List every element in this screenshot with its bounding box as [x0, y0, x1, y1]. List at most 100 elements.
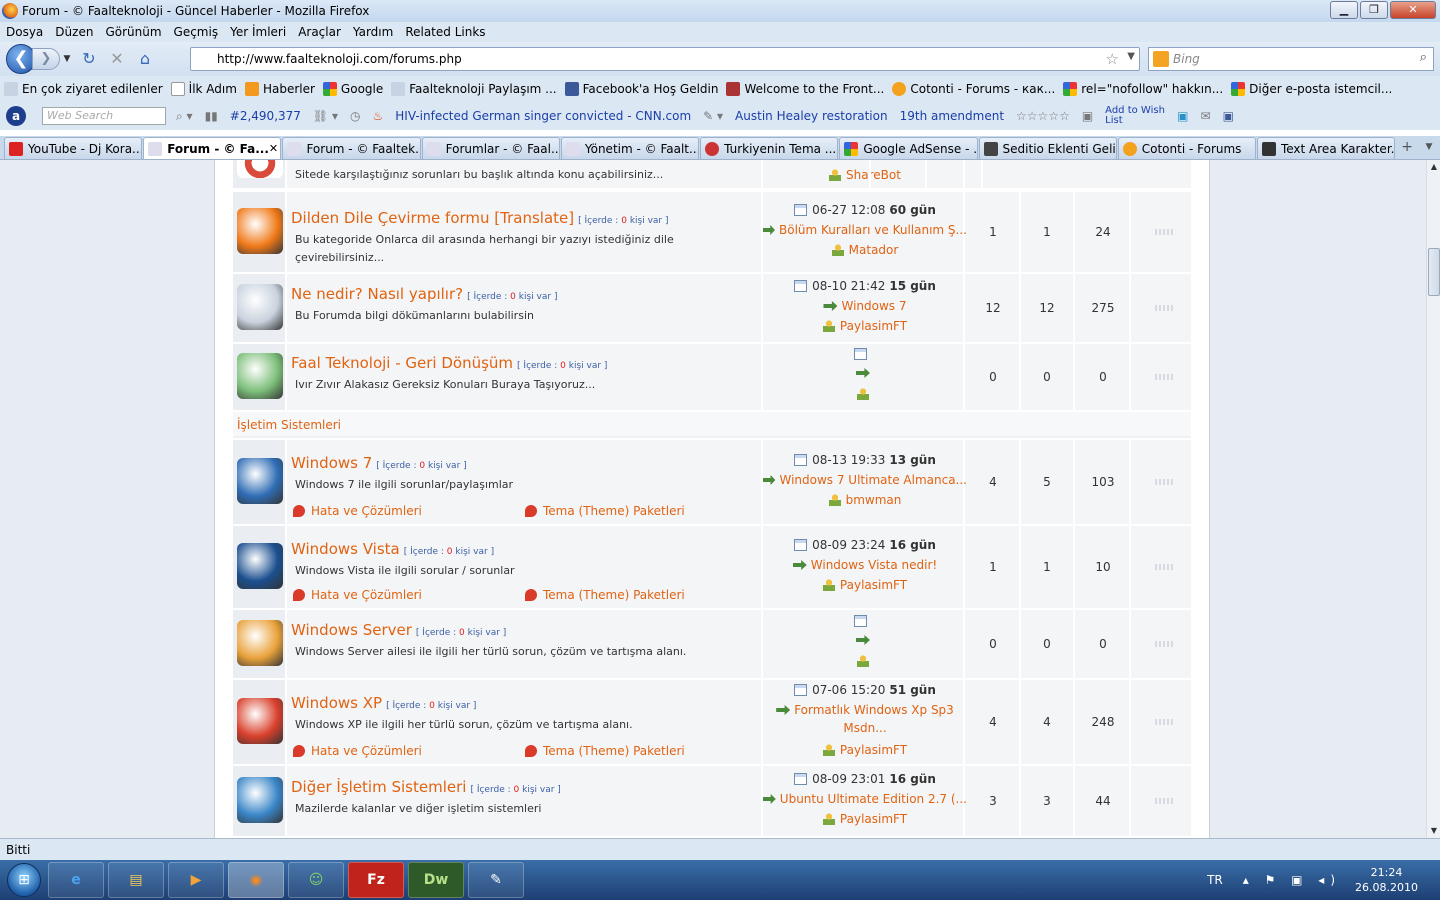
bookmark-item[interactable]: Diğer e-posta istemcil... — [1231, 82, 1392, 96]
last-post-topic[interactable] — [763, 635, 967, 645]
search-bar[interactable]: Bing ⌕ — [1148, 47, 1434, 71]
new-tab-button[interactable]: + — [1396, 137, 1418, 159]
last-post-topic[interactable]: Windows 7 Ultimate Almanca... — [763, 473, 967, 487]
clock-icon[interactable]: ◷ — [350, 109, 360, 123]
bookmark-item[interactable]: Cotonti - Forums - как... — [892, 82, 1055, 96]
tab-text-area[interactable]: Text Area Karakter... — [1256, 137, 1396, 159]
taskbar-ie-icon[interactable]: e — [48, 862, 104, 898]
menu-yer-imleri[interactable]: Yer İmleri — [230, 25, 286, 39]
topic-title[interactable]: Windows 7 Ultimate Almanca... — [779, 473, 967, 487]
subforum-link[interactable]: Tema (Theme) Paketleri — [525, 504, 685, 518]
subforum-title[interactable]: Hata ve Çözümleri — [311, 588, 422, 602]
web-search-input[interactable]: Web Search — [42, 107, 166, 125]
clock[interactable]: 21:24 26.08.2010 — [1355, 865, 1418, 895]
topic-title[interactable]: Bölüm Kuralları ve Kullanım Ş... — [779, 223, 967, 237]
go-to-post-icon[interactable] — [776, 705, 791, 715]
bookmark-item[interactable]: En çok ziyaret edilenler — [4, 82, 163, 96]
scroll-up-icon[interactable]: ▲ — [1427, 160, 1440, 174]
topic-title[interactable]: Windows Vista nedir! — [811, 558, 937, 572]
forum-title-link[interactable]: Diğer İşletim Sistemleri [ İçerde : 0 kiş… — [291, 778, 561, 796]
user-name[interactable]: PaylasimFT — [840, 743, 907, 757]
forum-title-link[interactable]: Windows 7 [ İçerde : 0 kişi var ] — [291, 454, 467, 472]
news-link[interactable]: HIV-infected German singer convicted - C… — [395, 109, 691, 123]
bookmark-item[interactable]: Welcome to the Front... — [726, 82, 884, 96]
minimize-button[interactable]: ▁ — [1330, 1, 1358, 19]
last-post-user[interactable]: PaylasimFT — [763, 319, 967, 333]
forum-title[interactable]: Windows XP — [291, 694, 382, 712]
forward-button[interactable]: ❯ — [32, 48, 60, 70]
forum-title[interactable]: Windows 7 — [291, 454, 372, 472]
subforum-title[interactable]: Tema (Theme) Paketleri — [543, 744, 685, 758]
menu-gecmis[interactable]: Geçmiş — [174, 25, 219, 39]
subforum-link[interactable]: Hata ve Çözümleri — [293, 504, 422, 518]
mail-icon[interactable]: ✉ — [1201, 109, 1211, 123]
last-post-topic[interactable]: Windows Vista nedir! — [763, 558, 967, 572]
bookmark-item[interactable]: rel="nofollow" hakkın... — [1063, 82, 1223, 96]
close-button[interactable]: ✕ — [1390, 1, 1436, 19]
last-post-topic-cont[interactable]: Msdn... — [763, 721, 967, 735]
subforum-title[interactable]: Tema (Theme) Paketleri — [543, 504, 685, 518]
search-icon[interactable]: ⌕ — [1420, 50, 1427, 65]
scroll-thumb[interactable] — [1428, 248, 1440, 296]
go-to-post-icon[interactable] — [792, 560, 807, 570]
tab-turkiyenin-tema[interactable]: Turkiyenin Tema ... — [700, 137, 839, 159]
subforum-link[interactable]: Tema (Theme) Paketleri — [525, 744, 685, 758]
subforum-link[interactable]: Hata ve Çözümleri — [293, 588, 422, 602]
tab-forum-active[interactable]: Forum - © Fa... ✕ — [143, 137, 282, 159]
taskbar-dreamweaver-icon[interactable]: Dw — [408, 862, 464, 898]
last-post-user[interactable]: PaylasimFT — [763, 812, 967, 826]
url-dropdown-icon[interactable]: ▼ — [1127, 51, 1135, 62]
fire-icon[interactable]: ♨ — [372, 109, 383, 123]
forum-title-link[interactable]: Dilden Dile Çevirme formu [Translate] [ İ… — [291, 209, 669, 227]
subforum-title[interactable]: Hata ve Çözümleri — [311, 744, 422, 758]
taskbar-firefox-icon[interactable]: ◉ — [228, 862, 284, 898]
tab-cotonti[interactable]: Cotonti - Forums — [1117, 137, 1256, 159]
vertical-scrollbar[interactable]: ▲ ▼ — [1426, 160, 1440, 838]
last-post-topic[interactable]: Ubuntu Ultimate Edition 2.7 (... — [763, 792, 967, 806]
wishlist-button[interactable]: Add to Wish List — [1105, 106, 1165, 126]
forum-title[interactable]: Windows Server — [291, 621, 412, 639]
tab-forumlar[interactable]: Forumlar - © Faal... — [421, 137, 560, 159]
subforum-link[interactable]: Tema (Theme) Paketleri — [525, 588, 685, 602]
tab-seditio[interactable]: Seditio Eklenti Geli... — [978, 137, 1117, 159]
last-post-user[interactable]: bmwman — [763, 493, 967, 507]
forum-title[interactable]: Windows Vista — [291, 540, 400, 558]
rating-stars-icon[interactable]: ☆☆☆☆☆ — [1016, 109, 1070, 123]
notebook-icon[interactable]: ▣ — [1082, 109, 1093, 123]
subforum-title[interactable]: Tema (Theme) Paketleri — [543, 588, 685, 602]
stop-icon[interactable]: ✕ — [106, 48, 128, 70]
go-to-post-icon[interactable] — [763, 475, 776, 485]
scroll-down-icon[interactable]: ▼ — [1427, 824, 1440, 838]
last-post-user[interactable] — [763, 655, 967, 667]
facebook-icon[interactable]: ▣ — [1223, 109, 1234, 123]
last-post-topic[interactable]: Bölüm Kuralları ve Kullanım Ş... — [763, 223, 967, 237]
taskbar-filezilla-icon[interactable]: Fz — [348, 862, 404, 898]
forum-title-link[interactable]: Windows XP [ İçerde : 0 kişi var ] — [291, 694, 476, 712]
menu-related-links[interactable]: Related Links — [405, 25, 485, 39]
last-post-user[interactable]: PaylasimFT — [763, 578, 967, 592]
user-name[interactable]: PaylasimFT — [840, 319, 907, 333]
menu-gorunum[interactable]: Görünüm — [105, 25, 161, 39]
menu-duzen[interactable]: Düzen — [55, 25, 93, 39]
trends-icon[interactable]: ✎ ▾ — [703, 109, 723, 123]
alexa-rank[interactable]: #2,490,377 — [230, 109, 301, 123]
ask-icon[interactable]: a — [6, 106, 26, 126]
forum-title-link[interactable]: Ne nedir? Nasıl yapılır? [ İçerde : 0 kiş… — [291, 285, 557, 303]
alexa-chart-icon[interactable]: ▮▮ — [205, 109, 218, 123]
forum-title[interactable]: Faal Teknoloji - Geri Dönüşüm — [291, 354, 513, 372]
trend-link-amendment[interactable]: 19th amendment — [900, 109, 1004, 123]
taskbar-paint-icon[interactable]: ✎ — [468, 862, 524, 898]
forum-title-link[interactable]: Windows Server[ İçerde : 0 kişi var ] — [291, 621, 506, 639]
go-to-post-icon[interactable] — [763, 794, 776, 804]
subforum-link[interactable]: Hata ve Çözümleri — [293, 744, 422, 758]
last-post-user[interactable] — [763, 388, 967, 400]
user-name[interactable]: Matador — [849, 243, 899, 257]
bookmark-item[interactable]: Haberler — [244, 82, 315, 96]
forum-title[interactable]: Dilden Dile Çevirme formu [Translate] — [291, 209, 574, 227]
bookmark-item[interactable]: Google — [322, 82, 383, 96]
last-post-topic[interactable] — [763, 368, 967, 378]
forum-title[interactable]: Diğer İşletim Sistemleri — [291, 778, 466, 796]
tab-google-adsense[interactable]: Google AdSense - ... — [839, 137, 978, 159]
user-name[interactable]: PaylasimFT — [840, 812, 907, 826]
history-dropdown-icon[interactable]: ▼ — [62, 48, 72, 70]
